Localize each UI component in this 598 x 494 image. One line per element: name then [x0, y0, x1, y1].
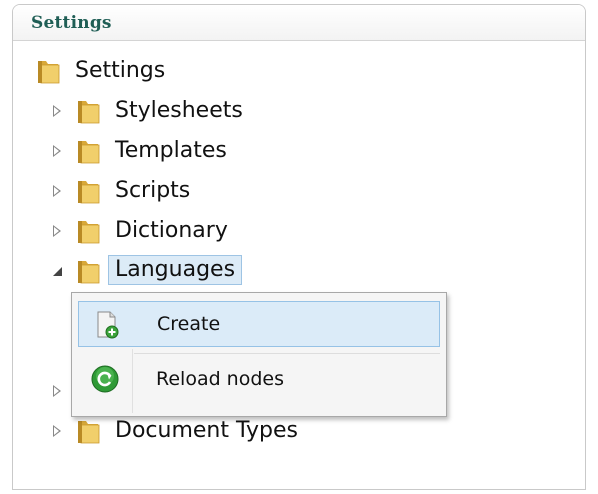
menu-item-label: Reload nodes — [156, 368, 284, 390]
tree-item-label: Document Types — [115, 418, 298, 443]
menu-item-label: Create — [157, 313, 221, 335]
menu-item-reload-nodes[interactable]: Reload nodes — [78, 362, 440, 408]
menu-item-create[interactable]: Create — [78, 301, 440, 347]
expand-arrow-icon[interactable] — [53, 385, 61, 397]
tree-item-label: Templates — [115, 138, 227, 163]
folder-icon — [75, 217, 101, 245]
panel-title: Settings — [31, 13, 112, 33]
folder-icon — [35, 57, 61, 85]
folder-icon — [75, 177, 101, 205]
panel-header: Settings — [13, 5, 585, 41]
collapse-arrow-icon[interactable] — [53, 267, 62, 276]
tree-item-label: Languages — [108, 255, 243, 285]
folder-icon — [75, 137, 101, 165]
settings-panel: Settings Settings Stylesheets Templates … — [12, 4, 586, 490]
create-document-icon — [91, 310, 121, 340]
expand-arrow-icon[interactable] — [53, 225, 61, 237]
folder-icon — [75, 257, 101, 285]
menu-separator — [134, 353, 440, 354]
expand-arrow-icon[interactable] — [53, 145, 61, 157]
tree-root-label: Settings — [75, 58, 166, 83]
context-menu: Create Reload nodes — [71, 292, 447, 417]
reload-icon — [90, 364, 120, 394]
folder-icon — [75, 417, 101, 445]
tree-item-label: Dictionary — [115, 218, 228, 243]
tree-item-label: Scripts — [115, 178, 191, 203]
tree-item-label: Stylesheets — [115, 98, 243, 123]
expand-arrow-icon[interactable] — [53, 185, 61, 197]
expand-arrow-icon[interactable] — [53, 105, 61, 117]
expand-arrow-icon[interactable] — [53, 425, 61, 437]
folder-icon — [75, 97, 101, 125]
